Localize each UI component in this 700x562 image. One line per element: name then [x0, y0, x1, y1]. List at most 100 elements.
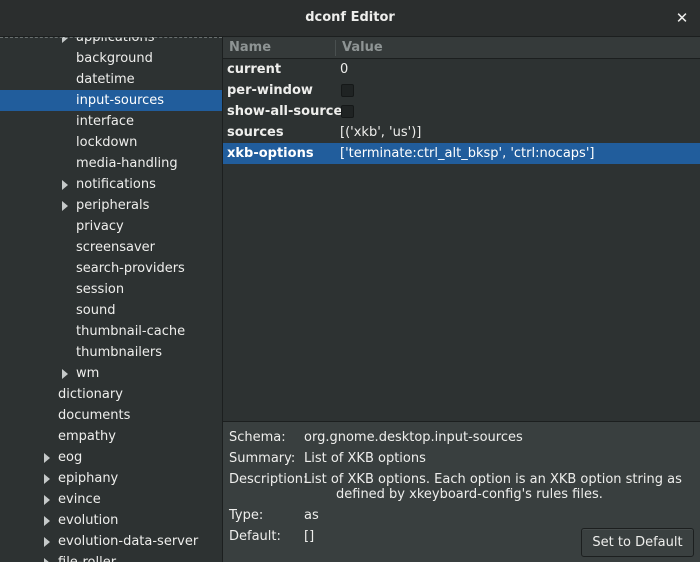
tree-item-label: lockdown: [76, 135, 138, 150]
tree-item-label: notifications: [76, 177, 156, 192]
tree-item-session[interactable]: session: [0, 279, 222, 300]
key-name: sources: [227, 125, 284, 140]
key-value[interactable]: 0: [340, 59, 348, 80]
tree-item-label: evolution: [58, 513, 119, 528]
key-name: xkb-options: [227, 146, 314, 161]
tree-dotted-line: [0, 37, 222, 39]
default-label: Default:: [229, 529, 281, 544]
keys-list: Name Value current 0 per-window show-all-so…: [223, 37, 700, 421]
tree-item-interface[interactable]: interface: [0, 111, 222, 132]
tree-item-evince[interactable]: evince: [0, 489, 222, 510]
tree-item-documents[interactable]: documents: [0, 405, 222, 426]
key-row-xkb-options[interactable]: xkb-options ['terminate:ctrl_alt_bksp', '…: [223, 143, 700, 164]
schema-value: org.gnome.desktop.input-sources: [304, 430, 523, 445]
tree-item-label: media-handling: [76, 156, 178, 171]
tree-item-file-roller[interactable]: file-roller: [0, 552, 222, 562]
description-value-line2: defined by xkeyboard-config's rules file…: [336, 487, 603, 502]
tree-item-media-handling[interactable]: media-handling: [0, 153, 222, 174]
column-header-name[interactable]: Name: [229, 37, 271, 59]
tree-item-label: screensaver: [76, 240, 155, 255]
dconf-editor-window: dconf Editor ✕ applications background dat…: [0, 0, 700, 562]
tree-item-thumbnail-cache[interactable]: thumbnail-cache: [0, 321, 222, 342]
type-value: as: [304, 508, 319, 523]
tree-item-label: empathy: [58, 429, 116, 444]
key-name: per-window: [227, 83, 313, 98]
expander-arrow-icon[interactable]: [44, 516, 50, 526]
tree-item-label: wm: [76, 366, 100, 381]
key-value[interactable]: ['terminate:ctrl_alt_bksp', 'ctrl:nocaps…: [340, 143, 594, 164]
tree-item-evolution-data-server[interactable]: evolution-data-server: [0, 531, 222, 552]
tree-item-label: thumbnail-cache: [76, 324, 186, 339]
tree-item-input-sources[interactable]: input-sources: [0, 90, 222, 111]
key-details-panel: Schema: org.gnome.desktop.input-sources …: [223, 421, 700, 562]
tree-item-peripherals[interactable]: peripherals: [0, 195, 222, 216]
tree-item-eog[interactable]: eog: [0, 447, 222, 468]
window-title: dconf Editor: [305, 10, 395, 25]
tree-item-background[interactable]: background: [0, 48, 222, 69]
tree-item-label: eog: [58, 450, 83, 465]
key-row-current[interactable]: current 0: [223, 59, 700, 80]
tree-item-privacy[interactable]: privacy: [0, 216, 222, 237]
close-icon: ✕: [675, 9, 689, 27]
expander-arrow-icon[interactable]: [44, 474, 50, 484]
expander-arrow-icon[interactable]: [44, 537, 50, 547]
tree-item-label: dictionary: [58, 387, 123, 402]
tree-item-dictionary[interactable]: dictionary: [0, 384, 222, 405]
title-bar: dconf Editor ✕: [0, 0, 700, 37]
tree-item-label: sound: [76, 303, 116, 318]
expander-arrow-icon[interactable]: [62, 180, 68, 190]
key-value-checkbox[interactable]: [341, 84, 354, 97]
schema-label: Schema:: [229, 430, 286, 445]
column-separator: [335, 40, 336, 56]
schema-tree-list: applications background datetime input-sour…: [0, 37, 222, 562]
expander-arrow-icon[interactable]: [62, 369, 68, 379]
tree-item-evolution[interactable]: evolution: [0, 510, 222, 531]
tree-item-wm[interactable]: wm: [0, 363, 222, 384]
tree-item-label: thumbnailers: [76, 345, 163, 360]
tree-item-empathy[interactable]: empathy: [0, 426, 222, 447]
close-button[interactable]: ✕: [674, 9, 690, 27]
tree-item-label: privacy: [76, 219, 124, 234]
set-to-default-button[interactable]: Set to Default: [581, 528, 694, 557]
tree-item-thumbnailers[interactable]: thumbnailers: [0, 342, 222, 363]
type-label: Type:: [229, 508, 264, 523]
tree-item-screensaver[interactable]: screensaver: [0, 237, 222, 258]
tree-item-label: evince: [58, 492, 101, 507]
tree-item-label: interface: [76, 114, 134, 129]
expander-arrow-icon[interactable]: [44, 495, 50, 505]
tree-item-sound[interactable]: sound: [0, 300, 222, 321]
key-row-per-window[interactable]: per-window: [223, 80, 700, 101]
tree-item-search-providers[interactable]: search-providers: [0, 258, 222, 279]
description-label: Description:: [229, 472, 308, 487]
tree-item-label: evolution-data-server: [58, 534, 199, 549]
tree-item-label: search-providers: [76, 261, 185, 276]
tree-item-label: session: [76, 282, 125, 297]
key-value-checkbox[interactable]: [341, 105, 354, 118]
summary-label: Summary:: [229, 451, 296, 466]
column-header-value[interactable]: Value: [342, 37, 383, 59]
tree-item-label: epiphany: [58, 471, 119, 486]
key-row-sources[interactable]: sources [('xkb', 'us')]: [223, 122, 700, 143]
description-value-line1: List of XKB options. Each option is an X…: [304, 472, 682, 487]
summary-value: List of XKB options: [304, 451, 426, 466]
tree-item-label: peripherals: [76, 198, 150, 213]
tree-item-notifications[interactable]: notifications: [0, 174, 222, 195]
expander-arrow-icon[interactable]: [62, 201, 68, 211]
tree-item-lockdown[interactable]: lockdown: [0, 132, 222, 153]
key-value[interactable]: [('xkb', 'us')]: [340, 122, 421, 143]
tree-item-datetime[interactable]: datetime: [0, 69, 222, 90]
tree-item-label: background: [76, 51, 153, 66]
tree-item-epiphany[interactable]: epiphany: [0, 468, 222, 489]
key-name: show-all-sources: [227, 104, 351, 119]
keys-header: Name Value: [223, 37, 700, 59]
expander-arrow-icon[interactable]: [44, 558, 50, 562]
tree-item-label: file-roller: [58, 552, 116, 562]
schema-tree[interactable]: applications background datetime input-sour…: [0, 37, 222, 562]
expander-arrow-icon[interactable]: [44, 453, 50, 463]
tree-item-label: datetime: [76, 72, 135, 87]
default-value: []: [304, 529, 315, 544]
key-row-show-all-sources[interactable]: show-all-sources: [223, 101, 700, 122]
key-name: current: [227, 62, 282, 77]
tree-item-label: documents: [58, 408, 131, 423]
tree-item-label: input-sources: [76, 93, 165, 108]
